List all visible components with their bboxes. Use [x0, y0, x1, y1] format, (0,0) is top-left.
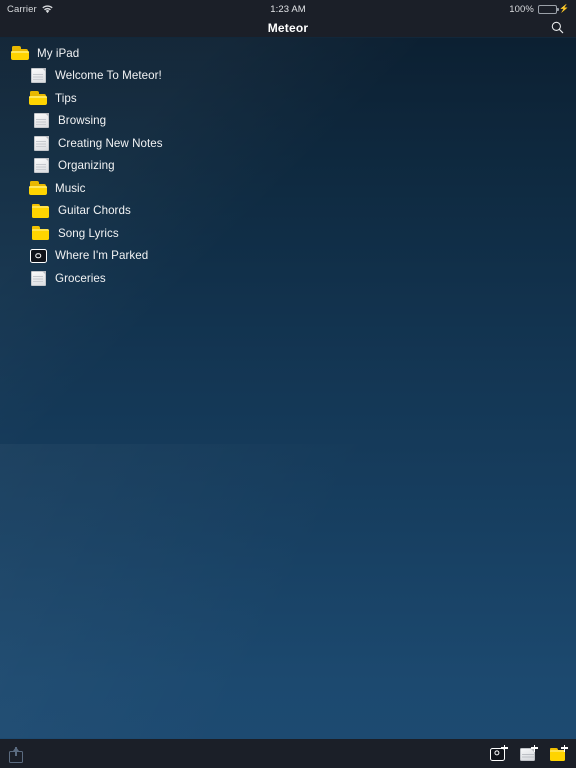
share-icon — [9, 745, 23, 763]
toolbar-right-actions — [490, 744, 568, 761]
battery-icon — [537, 4, 559, 14]
content-area: My iPad Welcome To Meteor! Tips Browsing Cre… — [0, 38, 576, 738]
search-icon[interactable] — [546, 18, 568, 38]
tree-item[interactable]: Creating New Notes — [0, 132, 576, 155]
tree-item[interactable]: Music — [0, 177, 576, 200]
status-bar-time: 1:23 AM — [270, 3, 306, 15]
tree-item-label: Music — [55, 181, 86, 195]
tree-item-icon — [10, 45, 30, 61]
tree-item[interactable]: Welcome To Meteor! — [0, 65, 576, 88]
note-tree-list: My iPad Welcome To Meteor! Tips Browsing Cre… — [0, 38, 576, 290]
tree-item-label: Organizing — [58, 159, 115, 173]
tree-item[interactable]: Song Lyrics — [0, 222, 576, 245]
tree-item-label: Creating New Notes — [58, 136, 163, 150]
carrier-label: Carrier — [7, 3, 37, 15]
note-icon — [33, 113, 49, 129]
bottom-toolbar — [0, 738, 576, 768]
note-icon — [33, 158, 49, 174]
camera-plus-icon — [490, 744, 508, 761]
folder-plus-icon — [550, 744, 568, 761]
tree-item-label: Guitar Chords — [58, 204, 131, 218]
note-icon — [30, 270, 46, 286]
tree-item-label: Tips — [55, 91, 77, 105]
status-bar: Carrier 1:23 AM 100% ⚡ — [0, 0, 576, 18]
status-bar-center: 1:23 AM — [0, 0, 576, 18]
note-icon — [33, 135, 49, 151]
tree-item[interactable]: Browsing — [0, 110, 576, 133]
share-button[interactable] — [9, 745, 23, 763]
tree-item[interactable]: Where I'm Parked — [0, 245, 576, 268]
new-photo-note-button[interactable] — [490, 744, 508, 761]
folder-closed-icon — [32, 226, 50, 241]
tree-item-icon — [31, 158, 51, 174]
tree-item-icon — [28, 90, 48, 106]
tree-item[interactable]: Tips — [0, 87, 576, 110]
battery-indicator: ⚡ — [537, 4, 569, 14]
tree-item-label: Browsing — [58, 114, 107, 128]
tree-item-label: Where I'm Parked — [55, 249, 149, 263]
status-bar-right: 100% ⚡ — [509, 4, 569, 15]
folder-open-icon — [29, 91, 47, 106]
page-title: Meteor — [267, 20, 309, 35]
camera-note-icon — [29, 248, 47, 263]
tree-item-icon — [31, 203, 51, 219]
tree-item-icon — [31, 113, 51, 129]
new-note-button[interactable] — [520, 744, 538, 761]
wifi-icon — [42, 4, 53, 14]
status-bar-left: Carrier — [7, 4, 53, 15]
app-root: Carrier 1:23 AM 100% ⚡ Meteor My iPad We… — [0, 0, 576, 768]
tree-item-icon — [28, 248, 48, 264]
tree-item[interactable]: Groceries — [0, 267, 576, 290]
folder-closed-icon — [32, 203, 50, 218]
note-plus-icon — [520, 744, 538, 761]
note-icon — [30, 68, 46, 84]
folder-open-icon — [29, 181, 47, 196]
tree-item[interactable]: Guitar Chords — [0, 200, 576, 223]
tree-item-icon — [28, 270, 48, 286]
lightning-bolt-icon: ⚡ — [558, 4, 569, 13]
tree-item-label: Welcome To Meteor! — [55, 69, 162, 83]
tree-item-label: Song Lyrics — [58, 226, 119, 240]
tree-item-icon — [31, 225, 51, 241]
tree-item-icon — [31, 135, 51, 151]
battery-percent-label: 100% — [509, 3, 534, 15]
new-folder-button[interactable] — [550, 744, 568, 761]
tree-item[interactable]: Organizing — [0, 155, 576, 178]
tree-item-label: My iPad — [37, 46, 80, 60]
tree-item[interactable]: My iPad — [0, 42, 576, 65]
nav-bar: Meteor — [0, 18, 576, 38]
tree-item-icon — [28, 180, 48, 196]
tree-item-label: Groceries — [55, 271, 106, 285]
folder-open-icon — [11, 46, 29, 61]
tree-item-icon — [28, 68, 48, 84]
